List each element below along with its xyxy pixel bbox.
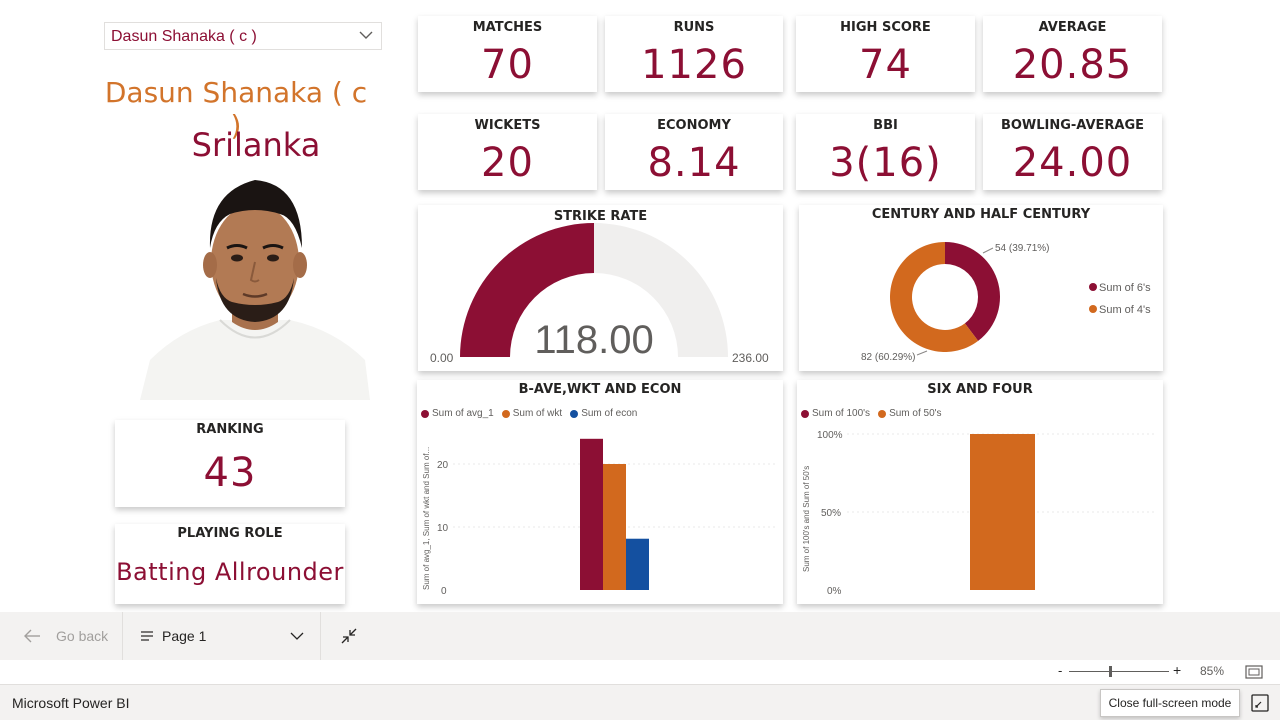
bave-wkt-econ-card: B-AVE,WKT AND ECON Sum of avg_1 Sum of w… bbox=[417, 380, 783, 604]
bar-50s bbox=[970, 434, 1035, 590]
chevron-down-icon bbox=[290, 632, 304, 640]
strike-rate-card: STRIKE RATE 118.00 0.00 236.00 bbox=[418, 205, 783, 371]
donut-label-sixes: 54 (39.71%) bbox=[995, 243, 1049, 254]
kpi-card-average: AVERAGE 20.85 bbox=[983, 16, 1162, 92]
zoom-slider[interactable] bbox=[1069, 666, 1169, 677]
kpi-value: 24.00 bbox=[1012, 140, 1133, 186]
ranking-value: 43 bbox=[203, 450, 257, 496]
kpi-title: WICKETS bbox=[474, 118, 541, 133]
donut-slice-sixes bbox=[945, 242, 1000, 341]
report-nav-bar: Go back Page 1 bbox=[0, 612, 1280, 660]
kpi-card-economy: ECONOMY 8.14 bbox=[605, 114, 783, 190]
y-tick-100pct: 100% bbox=[817, 430, 843, 441]
zoom-slider-thumb[interactable] bbox=[1109, 666, 1112, 677]
kpi-value: 70 bbox=[481, 42, 534, 88]
country-text: Srilanka bbox=[191, 126, 321, 164]
kpi-title: AVERAGE bbox=[1038, 20, 1107, 35]
century-donut-chart[interactable]: 54 (39.71%) 82 (60.29%) Sum of 6's Sum o… bbox=[799, 205, 1163, 371]
fit-to-page-icon[interactable] bbox=[1245, 665, 1263, 679]
y-tick-20: 20 bbox=[437, 460, 449, 471]
player-slicer-dropdown[interactable]: Dasun Shanaka ( c ) bbox=[104, 22, 382, 50]
exit-fullscreen-icon[interactable] bbox=[1250, 693, 1270, 713]
strike-rate-gauge[interactable]: 118.00 0.00 236.00 bbox=[418, 205, 783, 371]
zoom-level: 85% bbox=[1200, 664, 1225, 678]
zoom-bar: - + 85% bbox=[0, 660, 1280, 684]
bar-econ bbox=[626, 538, 649, 590]
gauge-max-label: 236.00 bbox=[732, 351, 769, 365]
kpi-title: BBI bbox=[873, 118, 898, 133]
playing-role-title: PLAYING ROLE bbox=[177, 526, 283, 541]
page-selector[interactable]: Page 1 bbox=[140, 612, 305, 660]
close-fullscreen-tooltip: Close full-screen mode bbox=[1100, 689, 1240, 717]
kpi-title: BOWLING-AVERAGE bbox=[1000, 118, 1145, 133]
ranking-card: RANKING 43 bbox=[115, 420, 345, 507]
bave-wkt-econ-bar-chart[interactable]: Sum of avg_1, Sum of wkt and Sum of... 0… bbox=[417, 380, 783, 604]
playing-role-value: Batting Allrounder bbox=[116, 558, 344, 586]
chevron-down-icon[interactable] bbox=[357, 26, 375, 44]
gauge-value-label: 118.00 bbox=[534, 318, 653, 362]
y-tick-50pct: 50% bbox=[821, 508, 841, 519]
donut-label-fours: 82 (60.29%) bbox=[861, 352, 915, 363]
y-axis-title: Sum of 100's and Sum of 50's bbox=[802, 466, 811, 572]
divider bbox=[122, 612, 123, 660]
playing-role-card: PLAYING ROLE Batting Allrounder bbox=[115, 524, 345, 604]
legend-dot-fours bbox=[1089, 305, 1097, 313]
century-half-century-card: CENTURY AND HALF CENTURY 54 (39.71%) 82 … bbox=[799, 205, 1163, 371]
legend-label-sixes: Sum of 6's bbox=[1099, 282, 1151, 294]
kpi-title: RUNS bbox=[673, 20, 715, 35]
kpi-card-wickets: WICKETS 20 bbox=[418, 114, 597, 190]
list-icon bbox=[141, 631, 153, 641]
player-slicer-value: Dasun Shanaka ( c ) bbox=[111, 28, 257, 45]
ranking-title: RANKING bbox=[196, 422, 264, 437]
collapse-icon bbox=[341, 628, 357, 644]
kpi-title: ECONOMY bbox=[657, 118, 731, 133]
kpi-title: MATCHES bbox=[472, 20, 543, 35]
bar-wkt bbox=[603, 464, 626, 590]
kpi-value: 20 bbox=[481, 140, 534, 186]
arrow-left-icon bbox=[24, 629, 40, 643]
y-tick-10: 10 bbox=[437, 523, 449, 534]
six-and-four-card: SIX AND FOUR Sum of 100's Sum of 50's Su… bbox=[797, 380, 1163, 604]
divider bbox=[320, 612, 321, 660]
donut-label-leader bbox=[982, 247, 994, 254]
app-name: Microsoft Power BI bbox=[12, 695, 130, 711]
go-back-button[interactable]: Go back bbox=[22, 612, 108, 660]
y-tick-0pct: 0% bbox=[827, 586, 842, 597]
player-photo bbox=[140, 180, 370, 400]
player-country: Srilanka bbox=[96, 126, 416, 164]
kpi-card-high-score: HIGH SCORE 74 bbox=[796, 16, 975, 92]
collapse-button[interactable] bbox=[340, 612, 358, 660]
zoom-in-button[interactable]: + bbox=[1173, 662, 1181, 678]
zoom-out-button[interactable]: - bbox=[1058, 663, 1062, 678]
kpi-value: 8.14 bbox=[647, 140, 741, 186]
legend-label-fours: Sum of 4's bbox=[1099, 304, 1151, 316]
bar-avg bbox=[580, 438, 603, 590]
kpi-title: HIGH SCORE bbox=[840, 20, 931, 35]
status-bar: Microsoft Power BI bbox=[0, 684, 1280, 720]
kpi-value: 3(16) bbox=[829, 140, 942, 186]
donut-label-leader bbox=[916, 350, 928, 356]
kpi-card-matches: MATCHES 70 bbox=[418, 16, 597, 92]
page-selector-label: Page 1 bbox=[162, 628, 207, 644]
y-axis-title: Sum of avg_1, Sum of wkt and Sum of... bbox=[422, 447, 431, 590]
kpi-value: 74 bbox=[859, 42, 912, 88]
kpi-value: 1126 bbox=[641, 42, 747, 88]
y-tick-0: 0 bbox=[441, 586, 447, 597]
kpi-card-bowling-average: BOWLING-AVERAGE 24.00 bbox=[983, 114, 1162, 190]
kpi-card-runs: RUNS 1126 bbox=[605, 16, 783, 92]
legend-dot-sixes bbox=[1089, 283, 1097, 291]
go-back-label: Go back bbox=[56, 628, 109, 644]
kpi-value: 20.85 bbox=[1012, 42, 1133, 88]
gauge-min-label: 0.00 bbox=[430, 351, 454, 365]
kpi-card-bbi: BBI 3(16) bbox=[796, 114, 975, 190]
six-four-bar-chart[interactable]: Sum of 100's and Sum of 50's 0% 50% 100% bbox=[797, 380, 1163, 604]
